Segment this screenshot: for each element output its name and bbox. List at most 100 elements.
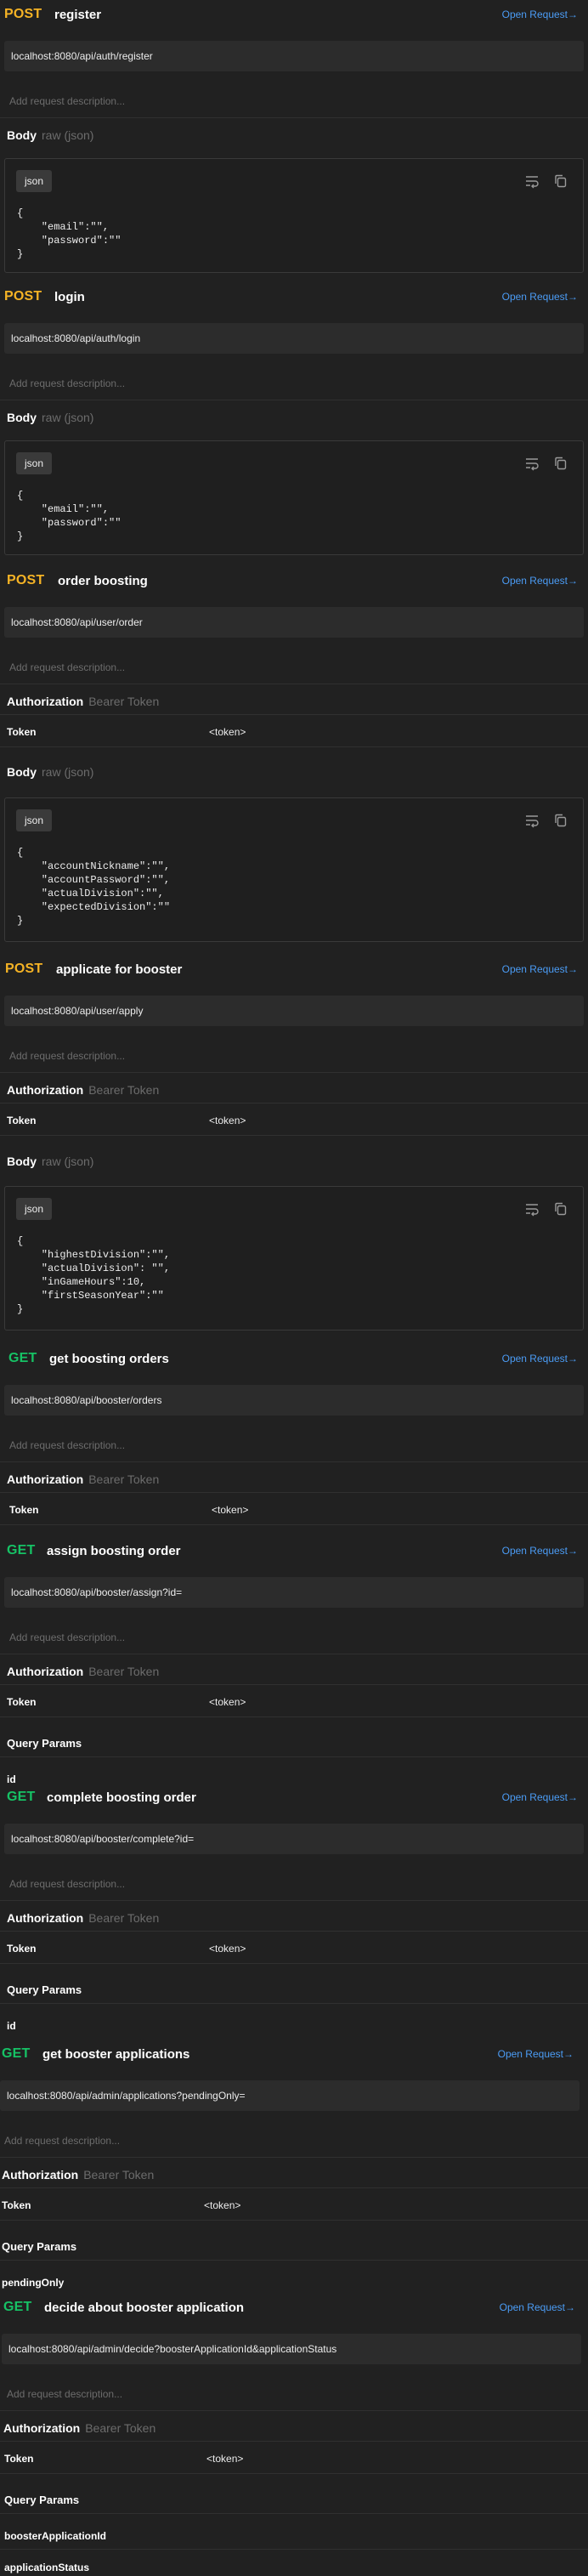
auth-row: Token <token> (0, 2449, 588, 2468)
divider (0, 1963, 588, 1964)
query-param-key: id (7, 2020, 16, 2032)
authorization-label: Authorization (7, 1083, 84, 1097)
auth-row: Token <token> (0, 1939, 588, 1958)
copy-icon[interactable] (552, 812, 569, 829)
wrap-lines-icon[interactable] (523, 812, 540, 829)
authorization-label: Authorization (7, 1472, 84, 1486)
wrap-lines-icon[interactable] (523, 1200, 540, 1217)
divider (0, 2441, 588, 2442)
request-name: get boosting orders (49, 1352, 169, 1366)
query-params-title: Query Params (7, 1983, 82, 1996)
open-request-link[interactable]: Open Request→ (502, 1791, 578, 1803)
wrap-lines-icon[interactable] (523, 173, 540, 190)
divider (0, 1716, 588, 1717)
divider (0, 2473, 588, 2474)
copy-icon[interactable] (552, 173, 569, 190)
divider (0, 117, 588, 118)
request-description-placeholder: Add request description... (4, 2135, 121, 2147)
authorization-label: Authorization (7, 1665, 84, 1678)
method-badge: POST (5, 962, 43, 976)
divider (0, 2513, 588, 2514)
request-description-placeholder: Add request description... (9, 1439, 126, 1451)
code-line: } (17, 1303, 24, 1315)
authorization-section-title: Authorization Bearer Token (2, 2168, 154, 2182)
body-type: raw (json) (42, 128, 94, 142)
authorization-label: Authorization (2, 2168, 79, 2182)
open-request-link[interactable]: Open Request→ (502, 963, 578, 975)
open-request-link[interactable]: Open Request→ (502, 291, 578, 303)
auth-key: Token (2, 2199, 31, 2211)
auth-key: Token (4, 2453, 34, 2465)
code-line: { (17, 207, 24, 219)
request-header: POST login Open Request→ (0, 289, 588, 309)
authorization-section-title: Authorization Bearer Token (7, 1472, 159, 1486)
divider (0, 2187, 588, 2188)
divider (0, 2549, 588, 2550)
body-label: Body (7, 128, 37, 142)
request-url: localhost:8080/api/booster/orders (4, 1385, 584, 1416)
wrap-lines-icon[interactable] (523, 455, 540, 472)
method-badge: GET (7, 1790, 36, 1804)
copy-icon[interactable] (552, 455, 569, 472)
auth-value: <token> (212, 1504, 249, 1516)
code-line: "actualDivision":"", (17, 888, 164, 899)
code-line: "accountNickname":"", (17, 860, 171, 872)
open-request-link[interactable]: Open Request→ (502, 9, 578, 20)
request-description-placeholder: Add request description... (9, 1631, 126, 1643)
body-section-title: Body raw (json) (7, 765, 93, 779)
open-request-link[interactable]: Open Request→ (502, 1545, 578, 1557)
language-badge: json (16, 170, 52, 192)
auth-key: Token (9, 1504, 39, 1516)
auth-row: Token <token> (0, 1111, 588, 1130)
open-request-link[interactable]: Open Request→ (502, 1353, 578, 1365)
authorization-section-title: Authorization Bearer Token (7, 1665, 159, 1678)
authorization-type: Bearer Token (83, 2168, 155, 2182)
auth-value: <token> (209, 726, 246, 738)
authorization-section-title: Authorization Bearer Token (7, 695, 159, 708)
open-request-link[interactable]: Open Request→ (498, 2048, 574, 2060)
request-description-placeholder: Add request description... (9, 95, 126, 107)
query-params-title: Query Params (4, 2494, 80, 2506)
code-block: json { "accountNickname":"", "accountPas… (4, 797, 584, 942)
open-request-link[interactable]: Open Request→ (500, 2301, 575, 2313)
code-block: json { "highestDivision":"", "actualDivi… (4, 1186, 584, 1331)
query-param-key: applicationStatus (4, 2562, 90, 2573)
request-header: POST register Open Request→ (0, 7, 588, 27)
code-line: "highestDivision":"", (17, 1249, 171, 1261)
request-description-placeholder: Add request description... (9, 377, 126, 389)
request-description-placeholder: Add request description... (9, 661, 126, 673)
divider (0, 1900, 588, 1901)
code-line: "email":"", (17, 503, 110, 515)
query-param-key: pendingOnly (2, 2277, 65, 2289)
code-line: } (17, 915, 24, 927)
body-section-title: Body raw (json) (7, 128, 93, 142)
request-url: localhost:8080/api/booster/assign?id= (4, 1577, 584, 1608)
authorization-type: Bearer Token (88, 695, 160, 708)
authorization-label: Authorization (7, 1911, 84, 1925)
code-line: "password":"" (17, 235, 122, 247)
query-params-title: Query Params (2, 2240, 77, 2253)
divider (0, 1072, 588, 1073)
request-header: POST applicate for booster Open Request→ (0, 962, 588, 982)
method-badge: GET (8, 1351, 37, 1365)
language-badge: json (16, 452, 52, 474)
copy-icon[interactable] (552, 1200, 569, 1217)
request-name: applicate for booster (56, 962, 183, 977)
request-description-placeholder: Add request description... (9, 1878, 126, 1890)
request-url: localhost:8080/api/auth/register (4, 41, 584, 71)
request-header: GET assign boosting order Open Request→ (0, 1543, 588, 1563)
auth-value: <token> (206, 2453, 244, 2465)
body-section-title: Body raw (json) (7, 1155, 93, 1168)
method-badge: POST (4, 289, 42, 304)
divider (0, 1461, 588, 1462)
divider (0, 2410, 588, 2411)
code-line: } (17, 248, 24, 260)
open-request-link[interactable]: Open Request→ (502, 575, 578, 587)
divider (0, 2003, 588, 2004)
code-block: json { "email":"", "password":"" } (4, 440, 584, 555)
authorization-type: Bearer Token (88, 1665, 160, 1678)
auth-key: Token (7, 726, 37, 738)
body-label: Body (7, 1155, 37, 1168)
language-badge: json (16, 809, 52, 831)
query-param-key: id (7, 1773, 16, 1785)
